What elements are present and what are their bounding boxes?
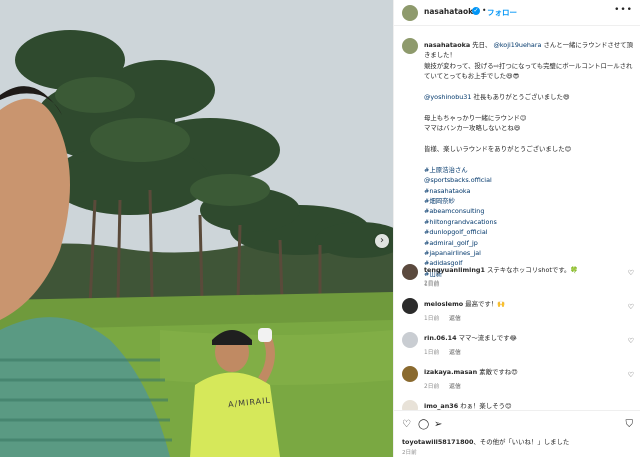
like-heart-icon[interactable]: ♡	[402, 419, 411, 430]
hashtag[interactable]: #上原浩治さん	[424, 165, 634, 175]
next-photo-button[interactable]: ›	[375, 234, 389, 248]
comment-reply-button[interactable]: 返信	[449, 384, 461, 390]
verified-badge-icon: ✓	[472, 7, 480, 15]
comment-time: 2日前	[424, 384, 440, 390]
caption-line5: ママはバンカー攻略しないとね😆	[424, 124, 521, 133]
post-side-panel: nasahataoka ✓ • フォロー ••• nasahataoka 先日、…	[393, 0, 640, 457]
comment-item: melosIemo 最高です！🙌 1日前 返信 ♡	[402, 296, 638, 326]
author-username[interactable]: nasahataoka	[424, 7, 478, 16]
comment-item: tengyuanliming1 ステキなホッコリshotです。🍀 1日前 ♡	[402, 262, 638, 292]
caption-text: nasahataoka 先日、 @koji19uehara さんと一緒にラウンド…	[424, 40, 634, 290]
comment-time: 1日前	[424, 350, 440, 356]
caption-line3: 社長もありがとうございました😄	[473, 93, 570, 102]
post-actions-bar: ♡ ◯ ➢ ⛉ toyotawill58171800、その他が「いいね！」しまし…	[394, 410, 640, 457]
author-avatar[interactable]	[402, 5, 418, 21]
follow-button[interactable]: フォロー	[487, 7, 517, 18]
share-icon[interactable]: ➢	[434, 419, 442, 430]
comment-avatar[interactable]	[402, 366, 418, 382]
comment-item: izakaya.masan 素敵ですね😍 2日前 返信 ♡	[402, 364, 638, 394]
mention-koji[interactable]: @koji19uehara	[493, 41, 541, 49]
comment-time: 1日前	[424, 282, 440, 288]
comment-icon[interactable]: ◯	[418, 419, 429, 430]
caption-username[interactable]: nasahataoka	[424, 41, 470, 49]
hashtag[interactable]: #dunlopgolf_official	[424, 227, 634, 237]
caption-line4: 母上もちゃっかり一緒にラウンド😉	[424, 113, 527, 122]
comment-like-heart-icon[interactable]: ♡	[628, 371, 634, 379]
hashtag[interactable]: #admiral_golf_jp	[424, 238, 634, 248]
comment-username[interactable]: imo_an36	[424, 402, 458, 410]
caption-line6: 皆様、楽しいラウンドをありがとうございました😊	[424, 145, 572, 154]
comment-text: ステキなホッコリshotです。🍀	[486, 266, 579, 274]
comment-item: rin.06.14 ママ〜流ましです😂 1日前 返信 ♡	[402, 330, 638, 360]
comment-like-heart-icon[interactable]: ♡	[628, 269, 634, 277]
comment-reply-button[interactable]: 返信	[449, 316, 461, 322]
caption-line1-prefix: 先日、	[472, 41, 492, 49]
mention-yoshinobu[interactable]: @yoshinobu31	[424, 93, 471, 101]
hashtag[interactable]: #japanairlines_jal	[424, 248, 634, 258]
post-header: nasahataoka ✓ • フォロー •••	[394, 0, 640, 26]
caption-line2: 競技が変わって、投げる⇨打つになっても完璧にボールコントロールされていてとっても…	[424, 61, 633, 81]
separator-dot: •	[482, 6, 487, 15]
post-photo[interactable]: A/MIRAIL ›	[0, 0, 393, 457]
comment-username[interactable]: rin.06.14	[424, 334, 457, 342]
likes-summary: toyotawill58171800、その他が「いいね！」しました	[402, 437, 569, 446]
comment-username[interactable]: melosIemo	[424, 300, 463, 308]
liker-username[interactable]: toyotawill58171800	[402, 438, 473, 446]
golf-course-photo	[0, 0, 393, 457]
comment-text: 最高です！🙌	[465, 300, 506, 308]
bookmark-icon[interactable]: ⛉	[626, 419, 634, 430]
comment-like-heart-icon[interactable]: ♡	[628, 303, 634, 311]
caption-avatar[interactable]	[402, 38, 418, 54]
comment-like-heart-icon[interactable]: ♡	[628, 337, 634, 345]
hashtag[interactable]: @sportsbacks.official	[424, 175, 634, 185]
comment-text: 素敵ですね😍	[479, 368, 518, 376]
comment-reply-button[interactable]: 返信	[449, 350, 461, 356]
comment-avatar[interactable]	[402, 298, 418, 314]
comment-text: わぁ！楽しそう😊	[460, 402, 512, 410]
hashtag[interactable]: #nasahataoka	[424, 186, 634, 196]
post-timestamp: 2日前	[402, 450, 417, 456]
comment-text: ママ〜流ましです😂	[458, 334, 517, 342]
comment-avatar[interactable]	[402, 332, 418, 348]
hashtag[interactable]: #hiltongrandvacations	[424, 217, 634, 227]
likes-suffix[interactable]: 、その他が「いいね！」しました	[473, 438, 569, 446]
comment-time: 1日前	[424, 316, 440, 322]
comment-username[interactable]: izakaya.masan	[424, 368, 477, 376]
comment-username[interactable]: tengyuanliming1	[424, 266, 485, 274]
comment-avatar[interactable]	[402, 264, 418, 280]
hashtag[interactable]: #畑岡奈紗	[424, 196, 634, 206]
hashtag[interactable]: #abeamconsulting	[424, 206, 634, 216]
more-options-icon[interactable]: •••	[614, 5, 633, 15]
